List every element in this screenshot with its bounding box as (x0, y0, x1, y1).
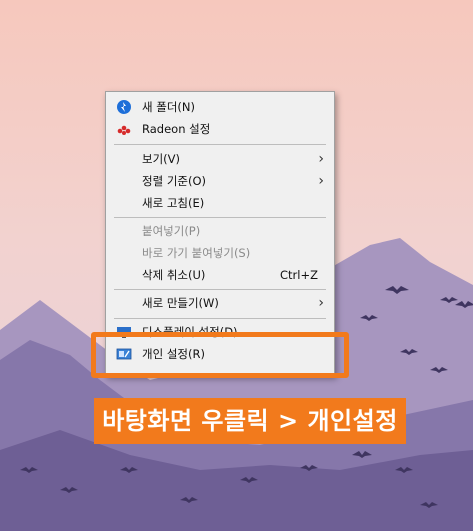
menu-item-sort-by[interactable]: 정렬 기준(O) › (108, 170, 332, 192)
menu-separator (114, 144, 326, 145)
blue-circle-icon (117, 100, 131, 114)
highlight-box (91, 332, 349, 378)
caption-banner: 바탕화면 우클릭 > 개인설정 (94, 398, 406, 444)
menu-item-new[interactable]: 새로 만들기(W) › (108, 292, 332, 314)
menu-separator (114, 289, 326, 290)
menu-item-new-folder[interactable]: 새 폴더(N) (108, 96, 332, 118)
menu-item-paste[interactable]: 붙여넣기(P) (108, 220, 332, 242)
menu-item-label: 새 폴더(N) (142, 100, 195, 114)
menu-item-label: 보기(V) (142, 152, 180, 166)
menu-item-label: Radeon 설정 (142, 122, 211, 136)
menu-item-refresh[interactable]: 새로 고침(E) (108, 192, 332, 214)
chevron-right-icon: › (318, 173, 324, 189)
menu-item-label: 새로 만들기(W) (142, 296, 219, 310)
menu-item-label: 붙여넣기(P) (142, 224, 201, 238)
menu-item-label: 바로 가기 붙여넣기(S) (142, 246, 251, 260)
menu-item-shortcut: Ctrl+Z (280, 268, 318, 282)
radeon-logo-icon (117, 125, 131, 135)
menu-item-label: 새로 고침(E) (142, 196, 205, 210)
chevron-right-icon: › (318, 295, 324, 311)
menu-separator (114, 217, 326, 218)
chevron-right-icon: › (318, 151, 324, 167)
menu-item-paste-shortcut[interactable]: 바로 가기 붙여넣기(S) (108, 242, 332, 264)
menu-separator (114, 318, 326, 319)
menu-item-view[interactable]: 보기(V) › (108, 148, 332, 170)
menu-item-label: 정렬 기준(O) (142, 174, 206, 188)
menu-item-label: 삭제 취소(U) (142, 268, 206, 282)
menu-item-undo-delete[interactable]: 삭제 취소(U) Ctrl+Z (108, 264, 332, 286)
menu-item-radeon-settings[interactable]: Radeon 설정 (108, 118, 332, 140)
